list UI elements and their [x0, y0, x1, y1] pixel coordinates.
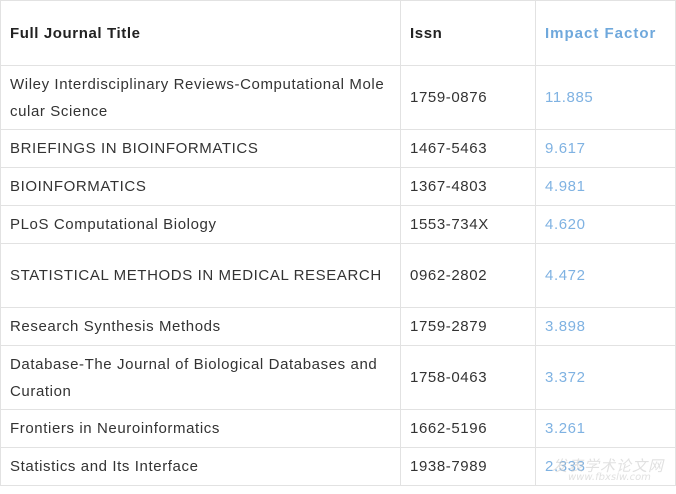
journal-title-cell: Frontiers in Neuroinformatics: [0, 409, 401, 448]
impact-factor-cell: 3.898: [535, 307, 676, 346]
issn-cell: 1467-5463: [400, 129, 536, 168]
table-row: Research Synthesis Methods 1759-2879 3.8…: [0, 307, 676, 346]
table-row: BRIEFINGS IN BIOINFORMATICS 1467-5463 9.…: [0, 129, 676, 168]
impact-factor-cell: 4.472: [535, 243, 676, 308]
column-header-issn: Issn: [400, 0, 536, 66]
issn-cell: 0962-2802: [400, 243, 536, 308]
issn-cell: 1367-4803: [400, 167, 536, 206]
impact-factor-cell: 4.620: [535, 205, 676, 244]
journal-impact-table: Full Journal Title Issn Impact Factor Wi…: [0, 0, 676, 486]
column-header-impact-factor: Impact Factor: [535, 0, 676, 66]
table-header-row: Full Journal Title Issn Impact Factor: [0, 0, 676, 66]
issn-cell: 1938-7989: [400, 447, 536, 486]
impact-factor-cell: 3.261: [535, 409, 676, 448]
journal-title-cell: STATISTICAL METHODS IN MEDICAL RESEARCH: [0, 243, 401, 308]
issn-cell: 1758-0463: [400, 345, 536, 410]
journal-title-cell: Database-The Journal of Biological Datab…: [0, 345, 401, 410]
journal-title-cell: BIOINFORMATICS: [0, 167, 401, 206]
table-row: Frontiers in Neuroinformatics 1662-5196 …: [0, 409, 676, 448]
impact-factor-cell: 11.885: [535, 65, 676, 130]
impact-factor-cell: 2.333: [535, 447, 676, 486]
impact-factor-cell: 3.372: [535, 345, 676, 410]
journal-title-cell: Research Synthesis Methods: [0, 307, 401, 346]
impact-factor-cell: 4.981: [535, 167, 676, 206]
table-row: STATISTICAL METHODS IN MEDICAL RESEARCH …: [0, 243, 676, 308]
table-row: Statistics and Its Interface 1938-7989 2…: [0, 447, 676, 486]
issn-cell: 1553-734X: [400, 205, 536, 244]
journal-title-cell: BRIEFINGS IN BIOINFORMATICS: [0, 129, 401, 168]
column-header-title: Full Journal Title: [0, 0, 401, 66]
journal-title-cell: PLoS Computational Biology: [0, 205, 401, 244]
table-row: Wiley Interdisciplinary Reviews-Computat…: [0, 65, 676, 130]
journal-title-cell: Wiley Interdisciplinary Reviews-Computat…: [0, 65, 401, 130]
impact-factor-cell: 9.617: [535, 129, 676, 168]
table-row: Database-The Journal of Biological Datab…: [0, 345, 676, 410]
issn-cell: 1759-2879: [400, 307, 536, 346]
issn-cell: 1662-5196: [400, 409, 536, 448]
issn-cell: 1759-0876: [400, 65, 536, 130]
table-row: PLoS Computational Biology 1553-734X 4.6…: [0, 205, 676, 244]
table-row: BIOINFORMATICS 1367-4803 4.981: [0, 167, 676, 206]
journal-title-cell: Statistics and Its Interface: [0, 447, 401, 486]
